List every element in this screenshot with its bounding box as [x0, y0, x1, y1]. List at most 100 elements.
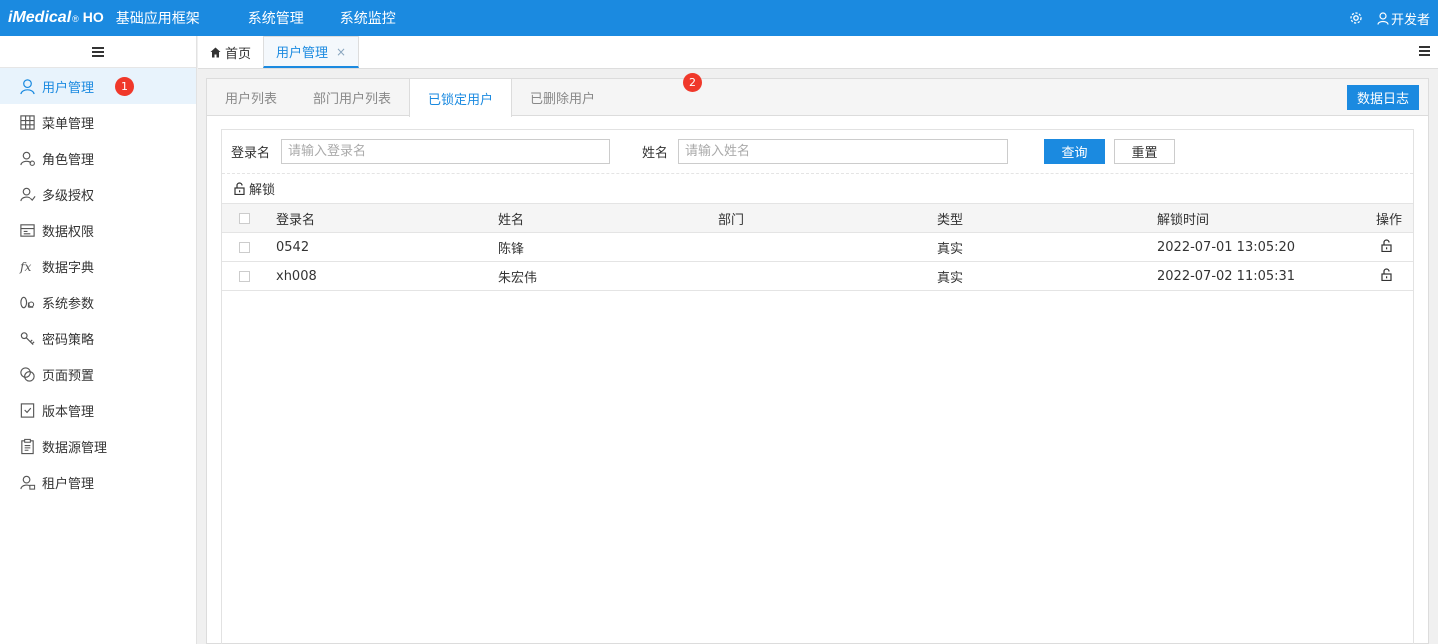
sidebar-item-label: 数据权限	[42, 224, 95, 240]
query-button[interactable]: 查询	[1044, 139, 1106, 164]
version-icon	[18, 401, 36, 419]
role-icon	[18, 149, 36, 167]
cell-type: 真实	[937, 261, 1157, 291]
sidebar-item-label: 密码策略	[42, 332, 95, 348]
clipboard-icon	[18, 437, 36, 455]
sidebar-item-label: 角色管理	[42, 152, 95, 168]
cell-department	[718, 261, 937, 291]
tab-locked-users[interactable]: 已锁定用户	[409, 79, 513, 117]
tab-strip-menu-button[interactable]	[1419, 45, 1430, 60]
nav-item-system-management[interactable]: 系统管理	[248, 8, 304, 28]
sidebar-item-version-management[interactable]: 版本管理	[0, 392, 196, 428]
select-all-checkbox[interactable]	[239, 212, 250, 224]
login-name-input[interactable]	[281, 139, 611, 164]
sidebar-item-role-management[interactable]: 角色管理	[0, 140, 196, 176]
key-icon	[18, 329, 36, 347]
sidebar-item-system-params[interactable]: 系统参数	[0, 284, 196, 320]
gear-icon[interactable]	[1349, 11, 1363, 25]
user-icon	[1377, 11, 1389, 25]
home-icon	[210, 47, 221, 57]
column-header-type[interactable]: 类型	[937, 203, 1157, 233]
app-title: 基础应用框架	[115, 11, 200, 27]
cell-actions	[1357, 261, 1413, 291]
sidebar-item-datasource-management[interactable]: 数据源管理	[0, 428, 196, 464]
svg-text:fx: fx	[19, 260, 31, 274]
sidebar-item-label: 用户管理	[42, 80, 95, 96]
cell-department	[718, 232, 937, 262]
sidebar-toggle-button[interactable]	[0, 36, 196, 68]
table-row[interactable]: xh008 朱宏伟 真实 2022-07-02 11:05:31	[222, 261, 1413, 291]
sidebar-item-data-permission[interactable]: 数据权限	[0, 212, 196, 248]
logo-registered-mark: ®	[72, 14, 79, 24]
column-header-name[interactable]: 姓名	[498, 203, 718, 233]
sidebar-item-user-management[interactable]: 用户管理 1	[0, 68, 196, 104]
cell-unlock-time: 2022-07-01 13:05:20	[1157, 232, 1357, 262]
sidebar-item-multi-level-auth[interactable]: 多级授权	[0, 176, 196, 212]
name-label: 姓名	[642, 146, 669, 161]
sidebar-badge: 1	[115, 77, 134, 96]
cell-type: 真实	[937, 232, 1157, 262]
sidebar-item-label: 版本管理	[42, 404, 95, 420]
user-name: 开发者	[1390, 12, 1430, 28]
toolbar: 解锁	[222, 174, 1413, 203]
cell-login: 0542	[276, 232, 498, 262]
sidebar-item-label: 多级授权	[42, 188, 95, 204]
search-form: 登录名 姓名 查询 重置	[222, 130, 1413, 174]
row-select-cell	[222, 232, 276, 262]
tab-home-label: 首页	[225, 46, 252, 62]
sidebar-item-label: 租户管理	[42, 476, 95, 492]
name-input[interactable]	[678, 139, 1009, 164]
close-icon[interactable]: ×	[336, 45, 346, 59]
sidebar-item-page-preset[interactable]: 页面预置	[0, 356, 196, 392]
logo-suffix: HO	[82, 9, 104, 25]
authorization-icon	[18, 185, 36, 203]
user-icon	[18, 77, 36, 95]
tab-user-list[interactable]: 用户列表	[207, 79, 295, 116]
hamburger-icon	[92, 46, 104, 57]
reset-button[interactable]: 重置	[1114, 139, 1176, 164]
tab-home[interactable]: 首页	[198, 36, 263, 68]
page-tab-strip: 首页 用户管理 ×	[198, 36, 1438, 69]
column-header-department[interactable]: 部门	[718, 203, 937, 233]
tab-department-user-list[interactable]: 部门用户列表	[295, 79, 409, 116]
data-log-button[interactable]: 数据日志	[1346, 85, 1419, 110]
sidebar-item-password-policy[interactable]: 密码策略	[0, 320, 196, 356]
sidebar-item-label: 页面预置	[42, 368, 95, 384]
sidebar-item-label: 系统参数	[42, 296, 95, 312]
top-nav: 系统管理 系统监控	[248, 8, 432, 28]
row-checkbox[interactable]	[239, 270, 250, 282]
cell-login: xh008	[276, 261, 498, 291]
logo: iMedical ® HO	[8, 9, 104, 27]
row-checkbox[interactable]	[239, 241, 250, 253]
unlock-icon[interactable]	[1380, 238, 1393, 252]
sidebar-item-menu-management[interactable]: 菜单管理	[0, 104, 196, 140]
top-bar: iMedical ® HO 基础应用框架 系统管理 系统监控 开发者	[0, 0, 1438, 36]
sidebar-item-tenant-management[interactable]: 租户管理	[0, 464, 196, 500]
column-header-unlock-time[interactable]: 解锁时间	[1157, 203, 1357, 233]
login-name-label: 登录名	[231, 146, 271, 161]
tab-user-management-label: 用户管理	[276, 46, 329, 61]
sidebar-item-label: 数据字典	[42, 260, 95, 276]
tab-deleted-users[interactable]: 已删除用户	[512, 79, 613, 116]
column-header-actions: 操作	[1357, 203, 1413, 233]
locked-users-table: 登录名 姓名 部门 类型 解锁时间 操作 0542 陈锋 真实 2022-07-…	[222, 203, 1413, 291]
table-row[interactable]: 0542 陈锋 真实 2022-07-01 13:05:20	[222, 232, 1413, 262]
logo-brand: iMedical	[8, 9, 72, 26]
nav-item-system-monitor[interactable]: 系统监控	[340, 8, 396, 28]
sidebar: 用户管理 1 菜单管理 角色管理 多级授权 数据权限 fx 数据字典 系统参数 …	[0, 36, 197, 644]
cell-unlock-time: 2022-07-02 11:05:31	[1157, 261, 1357, 291]
unlock-icon[interactable]	[1380, 267, 1393, 281]
column-header-login[interactable]: 登录名	[276, 203, 498, 233]
sub-tabs: 用户列表 部门用户列表 已锁定用户 已删除用户 2 数据日志	[207, 73, 1428, 117]
grid-icon	[18, 113, 36, 131]
unlock-button[interactable]: 解锁	[233, 179, 275, 198]
tab-badge: 2	[683, 73, 702, 92]
sidebar-item-data-dictionary[interactable]: fx 数据字典	[0, 248, 196, 284]
unlock-icon	[234, 182, 245, 195]
user-menu[interactable]: 开发者	[1377, 9, 1430, 28]
top-right-area: 开发者	[1349, 0, 1430, 36]
tab-user-management[interactable]: 用户管理 ×	[263, 36, 360, 68]
row-select-cell	[222, 261, 276, 291]
parameter-icon	[18, 293, 36, 311]
table-header-row: 登录名 姓名 部门 类型 解锁时间 操作	[222, 203, 1413, 233]
